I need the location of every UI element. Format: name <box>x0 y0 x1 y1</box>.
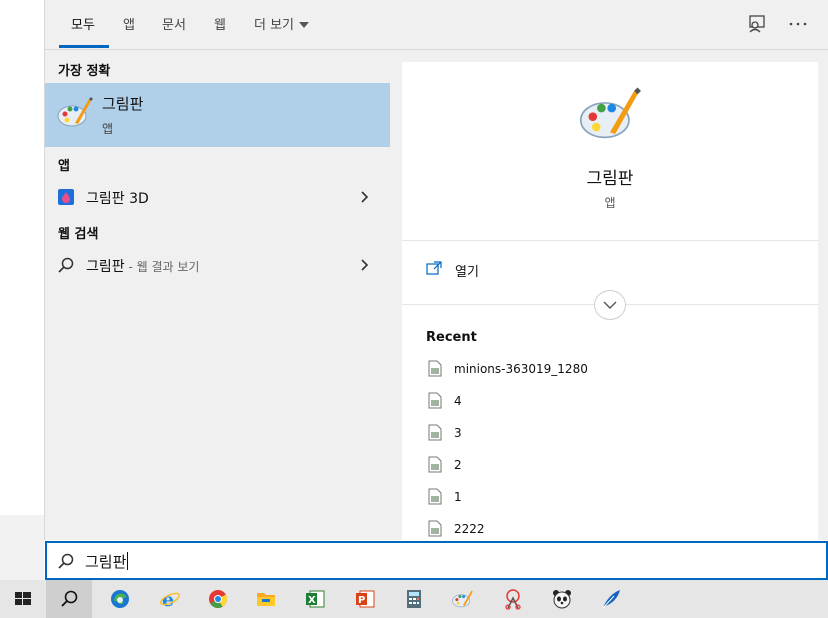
powerpoint-icon: P <box>356 590 375 608</box>
search-icon <box>58 553 74 569</box>
file-explorer-icon <box>257 593 275 606</box>
web-result-label: 그림판 - 웹 결과 보기 <box>86 256 199 276</box>
taskbar-powerpoint[interactable]: P <box>342 580 388 618</box>
chevron-right-icon[interactable] <box>359 190 371 204</box>
recent-heading: Recent <box>426 330 477 345</box>
recent-file[interactable]: 2 <box>426 454 796 478</box>
tab-all[interactable]: 모두 <box>71 14 95 33</box>
internet-explorer-icon: e <box>160 589 180 610</box>
tab-more[interactable]: 더 보기 <box>254 14 310 33</box>
recent-file-name: minions-363019_1280 <box>454 362 588 376</box>
web-suffix: - 웹 결과 보기 <box>124 260 200 274</box>
tab-more-label: 더 보기 <box>254 18 295 33</box>
recent-file[interactable]: 3 <box>426 422 796 446</box>
taskbar: e X P <box>0 580 828 618</box>
taskbar-search-button[interactable] <box>46 580 92 618</box>
app-result-label: 그림판 3D <box>86 191 149 207</box>
windows-start-icon <box>15 592 31 605</box>
taskbar-panda-app[interactable] <box>539 580 585 618</box>
recent-file-name: 4 <box>454 394 462 408</box>
search-icon <box>58 257 74 273</box>
taskbar-calculator[interactable] <box>391 580 437 618</box>
section-best-match: 가장 정확 <box>58 64 111 79</box>
taskbar-paint[interactable] <box>440 580 486 618</box>
recent-file[interactable]: 1 <box>426 486 796 510</box>
preview-pane: 그림판 앱 열기 Recent minions-363019_1280 4 3 <box>402 62 818 540</box>
image-file-icon <box>428 488 442 505</box>
recent-file-name: 1 <box>454 490 462 504</box>
preview-title: 그림판 <box>586 169 634 189</box>
open-icon <box>426 261 442 275</box>
preview-subtitle: 앱 <box>604 196 616 210</box>
section-web-search: 웹 검색 <box>58 227 99 242</box>
paint-3d-icon <box>58 189 74 205</box>
recent-file[interactable]: minions-363019_1280 <box>426 358 796 382</box>
preview-divider <box>402 240 818 241</box>
recent-file[interactable]: 2222 <box>426 518 796 542</box>
best-match-result[interactable]: 그림판 앱 <box>45 83 390 147</box>
image-file-icon <box>428 456 442 473</box>
taskbar-excel[interactable]: X <box>292 580 338 618</box>
recent-file-name: 2222 <box>454 522 485 536</box>
feedback-icon[interactable] <box>745 12 769 36</box>
chevron-right-icon[interactable] <box>359 258 371 272</box>
image-file-icon <box>428 424 442 441</box>
recent-file-name: 2 <box>454 458 462 472</box>
web-query: 그림판 <box>86 259 125 275</box>
best-match-subtitle: 앱 <box>102 122 114 136</box>
web-result[interactable]: 그림판 - 웹 결과 보기 <box>45 249 390 281</box>
search-input[interactable]: 그림판 <box>85 551 129 572</box>
expand-button[interactable] <box>594 290 626 320</box>
taskbar-edge[interactable] <box>97 580 143 618</box>
excel-icon: X <box>306 590 325 608</box>
more-options-icon[interactable] <box>786 12 810 36</box>
taskbar-internet-explorer[interactable]: e <box>147 580 193 618</box>
caret-down-icon <box>299 22 310 28</box>
taskbar-feather-app[interactable] <box>588 580 634 618</box>
open-label: 열기 <box>455 265 479 280</box>
app-result-paint3d[interactable]: 그림판 3D <box>45 181 390 213</box>
text-cursor <box>127 552 129 570</box>
svg-text:X: X <box>308 595 316 606</box>
open-action[interactable]: 열기 <box>424 258 794 284</box>
tab-apps[interactable]: 앱 <box>123 14 135 33</box>
paint-app-large-icon <box>579 87 641 139</box>
desktop-strip <box>0 515 44 580</box>
image-file-icon <box>428 392 442 409</box>
search-panel: 모두 앱 문서 웹 더 보기 가장 정확 그림판 앱 앱 그림판 3D 웹 검색… <box>44 0 828 540</box>
chrome-icon <box>209 590 228 609</box>
paint-app-icon <box>57 97 93 127</box>
image-file-icon <box>428 520 442 537</box>
feather-icon <box>602 590 620 609</box>
section-apps: 앱 <box>58 159 70 174</box>
search-icon <box>61 590 78 607</box>
panda-icon <box>553 590 571 609</box>
taskbar-snipping-tool[interactable] <box>490 580 536 618</box>
svg-text:P: P <box>358 595 365 606</box>
chevron-down-icon <box>603 301 617 309</box>
taskbar-chrome[interactable] <box>195 580 241 618</box>
start-button[interactable] <box>0 580 46 618</box>
filter-tabs: 모두 앱 문서 웹 더 보기 <box>45 0 828 50</box>
recent-file-name: 3 <box>454 426 462 440</box>
svg-text:e: e <box>162 589 174 610</box>
recent-file[interactable]: 4 <box>426 390 796 414</box>
search-box[interactable]: 그림판 <box>45 541 828 580</box>
tab-documents[interactable]: 문서 <box>162 14 186 33</box>
desktop-background <box>0 0 44 580</box>
image-file-icon <box>428 360 442 377</box>
calculator-icon <box>407 590 421 608</box>
snipping-tool-icon <box>505 589 521 610</box>
taskbar-file-explorer[interactable] <box>243 580 289 618</box>
active-tab-indicator <box>59 45 109 48</box>
edge-icon <box>111 590 129 608</box>
tab-web[interactable]: 웹 <box>214 14 226 33</box>
search-value: 그림판 <box>85 553 127 571</box>
best-match-title: 그림판 <box>102 95 144 113</box>
paint-icon <box>452 590 473 608</box>
